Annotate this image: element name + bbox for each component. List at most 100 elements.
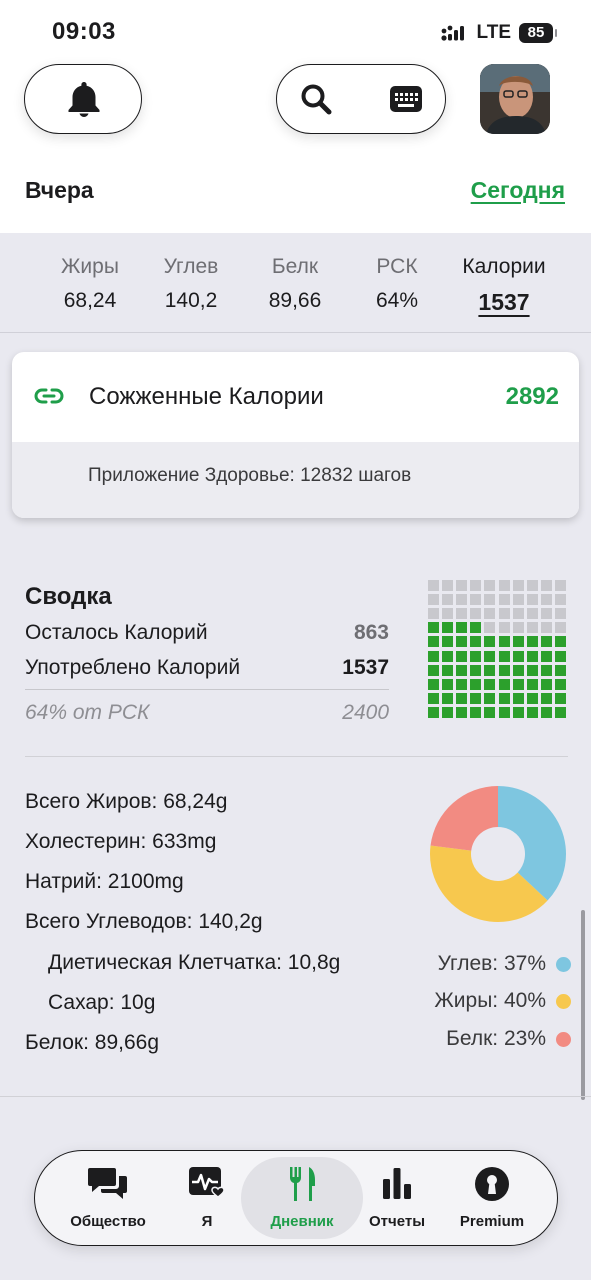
waffle-cell	[512, 636, 524, 648]
legend-label: Углев: 37%	[437, 952, 546, 975]
waffle-cell	[428, 678, 439, 690]
waffle-cell	[554, 608, 566, 620]
macro-rsk: РСК 64%	[366, 255, 428, 313]
tab-diary[interactable]: Дневник	[241, 1151, 363, 1247]
waffle-cell	[428, 650, 439, 662]
waffle-cell	[540, 664, 552, 676]
waffle-cell	[456, 622, 468, 634]
waffle-cell	[470, 706, 482, 718]
avatar[interactable]	[480, 64, 550, 134]
tab-reports[interactable]: Отчеты	[357, 1151, 437, 1247]
macro-summary-row[interactable]: Жиры 68,24 Углев 140,2 Белк 89,66 РСК 64…	[0, 233, 591, 333]
keyboard-icon[interactable]	[389, 85, 423, 113]
keyhole-icon	[475, 1167, 509, 1201]
waffle-cell	[456, 636, 468, 648]
bottom-divider	[0, 1096, 591, 1097]
waffle-cell	[484, 580, 496, 591]
macro-value: 64%	[375, 289, 419, 312]
tab-community[interactable]: Общество	[53, 1151, 163, 1247]
macro-donut-chart	[430, 786, 566, 922]
tab-label: Я	[201, 1213, 213, 1230]
waffle-cell	[498, 580, 510, 591]
scrollbar[interactable]	[581, 910, 585, 1100]
legend-fat: Жиры: 40%	[434, 989, 571, 1013]
status-indicators: LTE 85	[440, 22, 557, 44]
waffle-cell	[554, 664, 566, 676]
legend-carbs: Углев: 37%	[438, 952, 571, 976]
macro-value: 68,24	[63, 289, 117, 312]
waffle-cell	[442, 580, 454, 591]
notifications-button[interactable]	[24, 64, 142, 134]
waffle-cell	[456, 580, 468, 591]
network-type: LTE	[476, 22, 511, 43]
macro-label: РСК	[376, 255, 418, 278]
waffle-cell	[526, 692, 538, 704]
waffle-cell	[540, 650, 552, 662]
waffle-cell	[470, 692, 482, 704]
waffle-cell	[470, 678, 482, 690]
waffle-cell	[456, 692, 468, 704]
waffle-cell	[526, 706, 538, 718]
legend-dot	[556, 1031, 571, 1047]
burned-calories-card[interactable]: Сожженные Калории 2892 Приложение Здоров…	[12, 352, 579, 518]
tab-premium[interactable]: Premium	[445, 1151, 539, 1247]
waffle-cell	[554, 692, 566, 704]
waffle-cell	[540, 706, 552, 718]
waffle-cell	[512, 706, 524, 718]
waffle-cell	[526, 664, 538, 676]
health-app-row: Приложение Здоровье: 12832 шагов	[12, 442, 579, 518]
waffle-cell	[442, 636, 454, 648]
bottom-tab-bar: Общество Я Дневник Отчеты Premium	[34, 1150, 558, 1246]
waffle-cell	[470, 622, 482, 634]
tab-me[interactable]: Я	[167, 1151, 247, 1247]
waffle-cell	[526, 636, 538, 648]
today-link[interactable]: Сегодня	[471, 177, 565, 204]
tab-label: Дневник	[270, 1213, 334, 1230]
waffle-cell	[498, 594, 510, 606]
status-bar: 09:03 LTE 85	[0, 0, 591, 64]
waffle-cell	[512, 692, 524, 704]
consumed-calories-label: Употреблено Калорий	[25, 656, 241, 679]
waffle-cell	[498, 678, 510, 690]
waffle-cell	[554, 594, 566, 606]
legend-label: Жиры: 40%	[434, 989, 546, 1012]
legend-dot	[556, 956, 571, 972]
waffle-cell	[428, 608, 439, 620]
consumed-calories-value: 1537	[342, 656, 389, 679]
summary-title: Сводка	[25, 583, 112, 610]
rsk-row: 64% от РСК 2400	[25, 701, 389, 725]
fiber-text: Диетическая Клетчатка: 10,8g	[48, 951, 341, 974]
waffle-cell	[512, 650, 524, 662]
waffle-cell	[470, 580, 482, 591]
waffle-cell	[470, 636, 482, 648]
waffle-cell	[456, 664, 468, 676]
waffle-cell	[554, 622, 566, 634]
waffle-cell	[554, 706, 566, 718]
burned-calories-header: Сожженные Калории 2892	[12, 352, 579, 442]
search-icon[interactable]	[300, 83, 332, 115]
avatar-photo	[480, 64, 550, 134]
waffle-cell	[428, 706, 439, 718]
macro-value: 1537	[478, 289, 530, 315]
tab-label: Общество	[70, 1213, 146, 1230]
protein-text: Белок: 89,66g	[25, 1031, 160, 1054]
waffle-cell	[512, 594, 524, 606]
bell-icon	[68, 82, 100, 117]
fork-knife-icon	[289, 1167, 315, 1201]
chat-bubbles-icon	[88, 1168, 127, 1199]
yesterday-link[interactable]: Вчера	[25, 177, 94, 204]
sugar-text: Сахар: 10g	[48, 991, 156, 1014]
tab-label: Premium	[459, 1213, 525, 1230]
waffle-cell	[484, 706, 496, 718]
waffle-cell	[442, 706, 454, 718]
waffle-cell	[554, 650, 566, 662]
waffle-cell	[442, 692, 454, 704]
waffle-cell	[484, 692, 496, 704]
section-divider	[25, 756, 568, 757]
waffle-cell	[498, 706, 510, 718]
waffle-cell	[442, 622, 454, 634]
waffle-cell	[540, 678, 552, 690]
waffle-cell	[498, 636, 510, 648]
waffle-cell	[470, 594, 482, 606]
waffle-cell	[428, 594, 439, 606]
